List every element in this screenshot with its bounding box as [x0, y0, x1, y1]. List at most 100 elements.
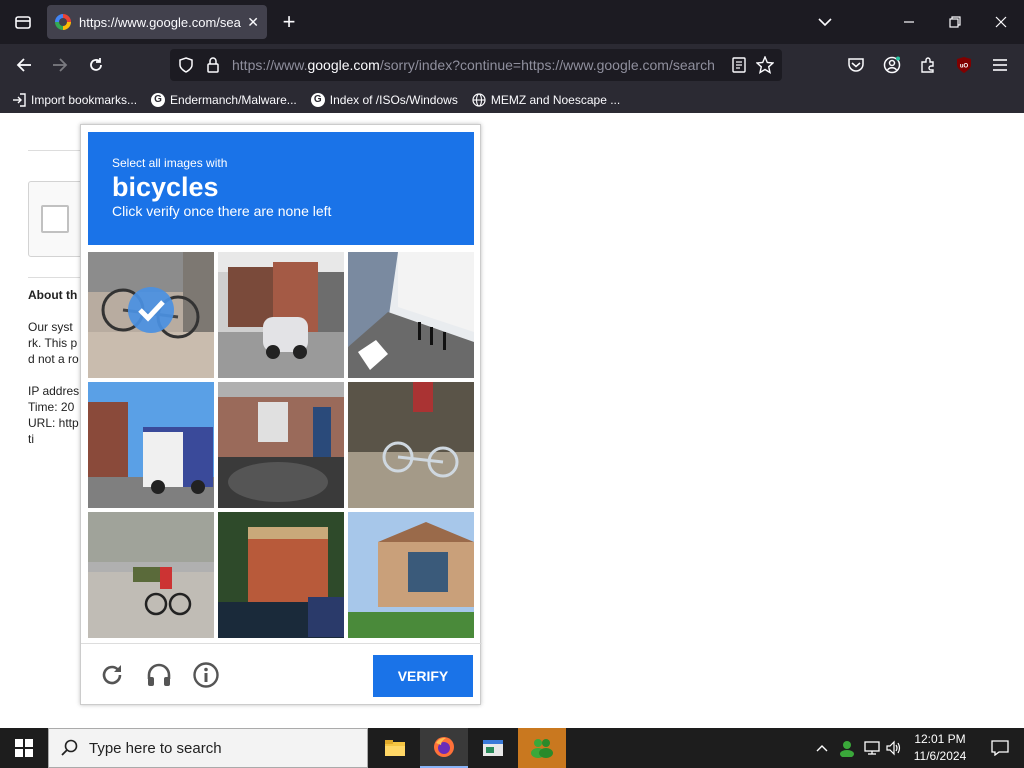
bookmark-label: MEMZ and Noescape ...: [490, 92, 621, 107]
target-object-text: bicycles: [112, 172, 219, 202]
taskbar-active-app[interactable]: [518, 728, 566, 768]
close-icon: [995, 16, 1007, 28]
ublock-origin-icon: uO: [957, 57, 971, 73]
ip-address-text: IP addres: [28, 384, 80, 398]
user-tray-icon: [840, 741, 854, 757]
bookmark-isos[interactable]: G Index of /ISOs/Windows: [310, 92, 458, 107]
network-icon: [864, 741, 880, 755]
image-tile-1[interactable]: [88, 252, 214, 378]
body-text-line: d not a ro: [28, 352, 79, 366]
info-icon: [193, 662, 219, 688]
minimize-button[interactable]: [886, 0, 932, 44]
restore-button[interactable]: [932, 0, 978, 44]
bookmark-endermanch[interactable]: G Endermanch/Malware...: [151, 92, 297, 107]
new-tab-button[interactable]: +: [266, 0, 312, 44]
divider: [28, 150, 88, 151]
notification-icon: [991, 740, 1009, 756]
minimize-icon: [904, 21, 914, 23]
account-button[interactable]: [876, 49, 908, 81]
reload-icon: [90, 58, 102, 71]
taskbar-file-explorer[interactable]: [371, 728, 419, 768]
arrow-right-icon: [53, 58, 68, 72]
google-icon: G: [310, 92, 325, 107]
image-tile-3[interactable]: [348, 252, 474, 378]
bookmark-label: Index of /ISOs/Windows: [329, 92, 458, 107]
audio-challenge-button[interactable]: [145, 661, 173, 689]
body-text-line: ti: [28, 432, 34, 446]
taskbar-search-box[interactable]: Type here to search: [48, 728, 368, 768]
bookmark-memz[interactable]: MEMZ and Noescape ...: [472, 93, 620, 107]
volume-icon: [886, 740, 901, 756]
extensions-button[interactable]: [912, 49, 944, 81]
bookmark-import[interactable]: Import bookmarks...: [12, 93, 137, 107]
divider: [28, 277, 88, 278]
ublock-origin-button[interactable]: uO: [948, 49, 980, 81]
shield-icon[interactable]: [178, 57, 194, 73]
body-text-line: rk. This p: [28, 336, 78, 350]
tray-user-icon-button[interactable]: [835, 728, 859, 768]
close-tab-icon[interactable]: ✕: [247, 14, 259, 31]
arrow-left-icon: [16, 58, 31, 72]
time-text: Time: 20: [28, 400, 75, 414]
google-icon: G: [151, 92, 166, 107]
bookmarks-toolbar: Import bookmarks... G Endermanch/Malware…: [0, 86, 1024, 113]
image-tile-2[interactable]: [218, 252, 344, 378]
navigation-toolbar: https://www.google.com/sorry/index?conti…: [0, 44, 1024, 86]
network-button[interactable]: [860, 728, 884, 768]
lock-icon[interactable]: [206, 57, 220, 73]
chevron-up-icon: [816, 745, 828, 752]
reader-view-icon[interactable]: [732, 57, 746, 73]
puzzle-icon: [921, 57, 934, 73]
close-window-button[interactable]: [978, 0, 1024, 44]
show-hidden-icons-button[interactable]: [810, 728, 834, 768]
windows-taskbar: Type here to search 12:01 PM 11/6/2024: [0, 728, 1024, 768]
pocket-icon: [848, 58, 864, 72]
image-tile-7[interactable]: [88, 512, 214, 638]
image-tile-5[interactable]: [218, 382, 344, 508]
reload-button[interactable]: [80, 49, 112, 81]
taskbar-firefox[interactable]: [420, 728, 468, 768]
url-text: https://www.google.com/sorry/index?conti…: [232, 57, 715, 73]
forward-button[interactable]: [44, 49, 76, 81]
search-placeholder: Type here to search: [89, 739, 222, 757]
image-tile-8[interactable]: [218, 512, 344, 638]
body-text-line: Our syst: [28, 320, 73, 334]
bookmark-label: Import bookmarks...: [31, 92, 138, 107]
windows-logo-icon: [15, 739, 33, 757]
notifications-button[interactable]: [976, 728, 1024, 768]
reload-challenge-button[interactable]: [98, 661, 126, 689]
folder-icon: [385, 740, 405, 756]
tab-manager-icon: [15, 16, 31, 29]
address-bar[interactable]: https://www.google.com/sorry/index?conti…: [170, 49, 782, 81]
app-window-icon: [483, 740, 503, 756]
tab-title: https://www.google.com/searc: [79, 14, 242, 30]
help-button[interactable]: [192, 661, 220, 689]
firefox-icon: [434, 737, 454, 757]
bookmark-star-icon[interactable]: [756, 56, 774, 74]
verify-button[interactable]: VERIFY: [373, 655, 473, 697]
pocket-button[interactable]: [840, 49, 872, 81]
chevron-down-icon: [818, 18, 832, 27]
recaptcha-checkbox[interactable]: [41, 205, 69, 233]
image-tile-9[interactable]: [348, 512, 474, 638]
taskbar-app-window[interactable]: [469, 728, 517, 768]
image-tile-6[interactable]: [348, 382, 474, 508]
start-button[interactable]: [0, 728, 48, 768]
image-tile-4[interactable]: [88, 382, 214, 508]
instruction-text: Select all images with: [112, 156, 228, 170]
bookmark-label: Endermanch/Malware...: [170, 92, 297, 107]
back-button[interactable]: [8, 49, 40, 81]
selected-check-badge: [128, 287, 174, 333]
tab-manager-button[interactable]: [0, 0, 46, 44]
headphones-icon: [147, 663, 171, 686]
active-tab[interactable]: https://www.google.com/searc ✕: [47, 5, 267, 39]
system-clock[interactable]: 12:01 PM 11/6/2024: [904, 731, 976, 765]
menu-button[interactable]: [984, 49, 1016, 81]
list-all-tabs-button[interactable]: [802, 0, 848, 44]
clock-date: 11/6/2024: [913, 749, 967, 763]
globe-icon: [472, 92, 486, 107]
account-icon: [883, 56, 901, 74]
volume-button[interactable]: [882, 728, 906, 768]
users-icon: [531, 739, 553, 758]
restore-icon: [949, 16, 961, 28]
